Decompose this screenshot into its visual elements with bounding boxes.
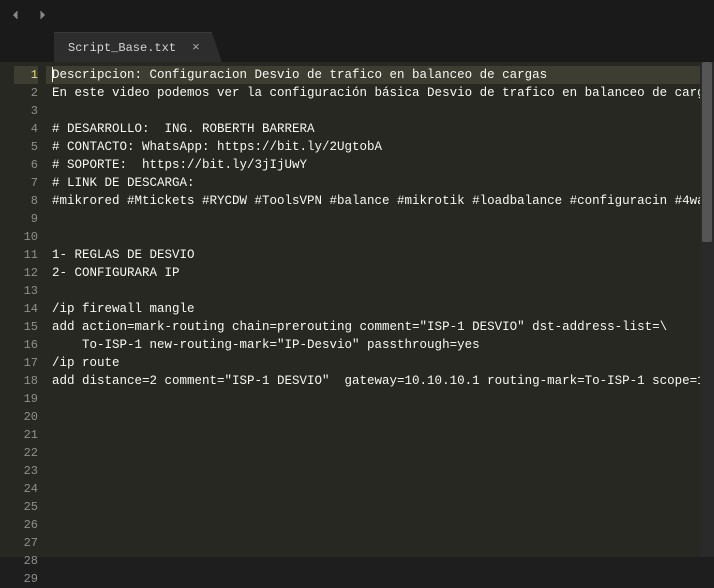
nav-forward-button[interactable] bbox=[32, 5, 52, 25]
line-number: 14 bbox=[14, 300, 38, 318]
code-line bbox=[46, 480, 714, 498]
line-number-gutter: 1234567891011121314151617181920212223242… bbox=[0, 62, 46, 557]
line-number: 29 bbox=[14, 570, 38, 588]
code-line bbox=[46, 498, 714, 516]
code-line bbox=[46, 534, 714, 552]
tab-filename: Script_Base.txt bbox=[68, 41, 176, 55]
line-number: 27 bbox=[14, 534, 38, 552]
line-number: 22 bbox=[14, 444, 38, 462]
code-line bbox=[46, 426, 714, 444]
vertical-scrollbar[interactable] bbox=[700, 62, 714, 557]
code-line bbox=[46, 462, 714, 480]
code-line: # CONTACTO: WhatsApp: https://bit.ly/2Ug… bbox=[46, 138, 714, 156]
line-number: 10 bbox=[14, 228, 38, 246]
line-number: 8 bbox=[14, 192, 38, 210]
line-number: 26 bbox=[14, 516, 38, 534]
line-number: 12 bbox=[14, 264, 38, 282]
code-line: # LINK DE DESCARGA: bbox=[46, 174, 714, 192]
line-number: 25 bbox=[14, 498, 38, 516]
code-line bbox=[46, 228, 714, 246]
scrollbar-thumb[interactable] bbox=[702, 62, 712, 242]
code-line: add action=mark-routing chain=prerouting… bbox=[46, 318, 714, 336]
code-line: # DESARROLLO: ING. ROBERTH BARRERA bbox=[46, 120, 714, 138]
line-number: 17 bbox=[14, 354, 38, 372]
navigation-bar bbox=[0, 0, 714, 30]
chevron-left-icon bbox=[10, 9, 22, 21]
code-line bbox=[46, 408, 714, 426]
code-line bbox=[46, 390, 714, 408]
line-number: 6 bbox=[14, 156, 38, 174]
line-number: 21 bbox=[14, 426, 38, 444]
code-line: Descripcion: Configuracion Desvio de tra… bbox=[46, 66, 714, 84]
code-line: add distance=2 comment="ISP-1 DESVIO" ga… bbox=[46, 372, 714, 390]
line-number: 11 bbox=[14, 246, 38, 264]
line-number: 15 bbox=[14, 318, 38, 336]
code-line: /ip route bbox=[46, 354, 714, 372]
file-tab[interactable]: Script_Base.txt × bbox=[54, 32, 222, 62]
nav-back-button[interactable] bbox=[6, 5, 26, 25]
line-number: 28 bbox=[14, 552, 38, 570]
code-line: #mikrored #Mtickets #RYCDW #ToolsVPN #ba… bbox=[46, 192, 714, 210]
text-cursor bbox=[52, 67, 53, 82]
chevron-right-icon bbox=[36, 9, 48, 21]
line-number: 1 bbox=[14, 66, 38, 84]
line-number: 16 bbox=[14, 336, 38, 354]
close-icon[interactable]: × bbox=[192, 40, 200, 55]
line-number: 5 bbox=[14, 138, 38, 156]
code-line bbox=[46, 282, 714, 300]
code-line bbox=[46, 210, 714, 228]
code-line bbox=[46, 102, 714, 120]
line-number: 24 bbox=[14, 480, 38, 498]
line-number: 20 bbox=[14, 408, 38, 426]
line-number: 23 bbox=[14, 462, 38, 480]
line-number: 4 bbox=[14, 120, 38, 138]
code-line: En este video podemos ver la configuraci… bbox=[46, 84, 714, 102]
code-line bbox=[46, 444, 714, 462]
code-line bbox=[46, 516, 714, 534]
line-number: 3 bbox=[14, 102, 38, 120]
editor: 1234567891011121314151617181920212223242… bbox=[0, 62, 714, 557]
line-number: 7 bbox=[14, 174, 38, 192]
tab-bar: Script_Base.txt × bbox=[0, 30, 714, 62]
line-number: 9 bbox=[14, 210, 38, 228]
line-number: 13 bbox=[14, 282, 38, 300]
code-line: # SOPORTE: https://bit.ly/3jIjUwY bbox=[46, 156, 714, 174]
code-line bbox=[46, 552, 714, 557]
code-line: 2- CONFIGURARA IP bbox=[46, 264, 714, 282]
line-number: 19 bbox=[14, 390, 38, 408]
code-line: 1- REGLAS DE DESVIO bbox=[46, 246, 714, 264]
line-number: 18 bbox=[14, 372, 38, 390]
line-number: 2 bbox=[14, 84, 38, 102]
code-line: To-ISP-1 new-routing-mark="IP-Desvio" pa… bbox=[46, 336, 714, 354]
code-area[interactable]: Descripcion: Configuracion Desvio de tra… bbox=[46, 62, 714, 557]
code-line: /ip firewall mangle bbox=[46, 300, 714, 318]
